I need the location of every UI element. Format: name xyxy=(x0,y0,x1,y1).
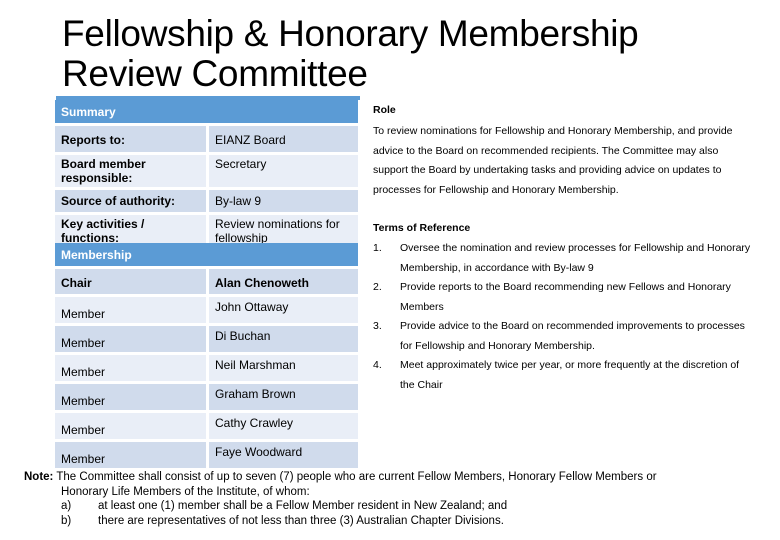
summary-row: Source of authority: By-law 9 xyxy=(55,190,358,212)
summary-label: Source of authority: xyxy=(55,190,206,212)
membership-header: Membership xyxy=(55,243,358,266)
note-text: Honorary Life Members of the Institute, … xyxy=(61,485,310,498)
role-text-line: processes for Fellowship and Honorary Me… xyxy=(373,183,619,196)
membership-role: Member xyxy=(55,442,206,468)
page-title: Fellowship & Honorary Membership Review … xyxy=(62,13,639,94)
terms-of-reference: Terms of Reference 1. Oversee the nomina… xyxy=(373,222,773,395)
membership-row: Member Neil Marshman xyxy=(55,355,358,381)
note-section: Note: The Committee shall consist of up … xyxy=(24,470,764,528)
terms-item: 3. Provide advice to the Board on recomm… xyxy=(373,317,773,356)
membership-name: Cathy Crawley xyxy=(209,413,358,439)
membership-name: Graham Brown xyxy=(209,384,358,410)
note-subitem: a) at least one (1) member shall be a Fe… xyxy=(24,499,764,514)
membership-role: Member xyxy=(55,297,206,323)
summary-header: Summary xyxy=(55,100,358,123)
terms-item-text: for Fellowship and Honorary Membership. xyxy=(400,339,595,352)
note-text: The Committee shall consist of up to sev… xyxy=(56,471,657,483)
terms-item-text: Meet approximately twice per year, or mo… xyxy=(400,359,740,371)
summary-value: By-law 9 xyxy=(209,190,358,212)
title-line-1: Fellowship & Honorary Membership xyxy=(62,13,639,54)
membership-row: Chair Alan Chenoweth xyxy=(55,269,358,294)
role-heading: Role xyxy=(373,104,396,116)
membership-table: Membership Chair Alan Chenoweth Member J… xyxy=(55,240,358,468)
summary-label: Reports to: xyxy=(55,126,206,152)
summary-label: Board member responsible: xyxy=(55,155,206,187)
membership-name: Faye Woodward xyxy=(209,442,358,468)
summary-value: EIANZ Board xyxy=(209,126,358,152)
terms-item-text: Membership, in accordance with By-law 9 xyxy=(400,261,594,274)
summary-value: Secretary xyxy=(209,155,358,187)
role-text-line: support the Board by undertaking tasks a… xyxy=(373,164,722,176)
title-line-2: Review Committee xyxy=(62,53,368,94)
note-subitem-key: a) xyxy=(61,500,72,512)
terms-item-number: 1. xyxy=(373,242,382,254)
membership-name: Alan Chenoweth xyxy=(209,269,358,294)
terms-item-text: Members xyxy=(400,300,444,313)
summary-table: Summary Reports to: EIANZ Board Board me… xyxy=(55,100,358,247)
membership-role: Chair xyxy=(55,269,206,294)
note-subitem-text: at least one (1) member shall be a Fello… xyxy=(98,500,508,512)
membership-role: Member xyxy=(55,384,206,410)
terms-item: 2. Provide reports to the Board recommen… xyxy=(373,278,773,317)
membership-row: Member John Ottaway xyxy=(55,297,358,323)
terms-item-number: 3. xyxy=(373,320,382,332)
terms-item-text: the Chair xyxy=(400,378,443,391)
role-text-line: advice to the Board on recommended recip… xyxy=(373,144,719,157)
membership-name: Di Buchan xyxy=(209,326,358,352)
membership-row: Member Cathy Crawley xyxy=(55,413,358,439)
terms-item: 4. Meet approximately twice per year, or… xyxy=(373,356,773,395)
note-subitem: b) there are representatives of not less… xyxy=(24,514,764,529)
membership-role: Member xyxy=(55,326,206,352)
note-subitem-key: b) xyxy=(61,514,72,527)
membership-role: Member xyxy=(55,355,206,381)
summary-row: Board member responsible: Secretary xyxy=(55,155,358,187)
membership-row: Member Faye Woodward xyxy=(55,442,358,468)
membership-row: Member Graham Brown xyxy=(55,384,358,410)
terms-item-number: 4. xyxy=(373,359,382,371)
terms-item: 1. Oversee the nomination and review pro… xyxy=(373,239,773,278)
summary-row: Reports to: EIANZ Board xyxy=(55,126,358,152)
role-text-line: To review nominations for Fellowship and… xyxy=(373,125,733,137)
note-label: Note: xyxy=(24,471,54,483)
membership-role: Member xyxy=(55,413,206,439)
terms-item-text: Provide reports to the Board recommendin… xyxy=(400,281,731,293)
role-section: Role To review nominations for Fellowshi… xyxy=(373,104,773,200)
terms-item-text: Oversee the nomination and review proces… xyxy=(400,242,751,254)
note-subitem-text: there are representatives of not less th… xyxy=(98,514,504,527)
terms-item-text: Provide advice to the Board on recommend… xyxy=(400,320,745,332)
terms-heading: Terms of Reference xyxy=(373,222,471,234)
membership-row: Member Di Buchan xyxy=(55,326,358,352)
terms-item-number: 2. xyxy=(373,281,382,293)
membership-name: Neil Marshman xyxy=(209,355,358,381)
membership-name: John Ottaway xyxy=(209,297,358,323)
